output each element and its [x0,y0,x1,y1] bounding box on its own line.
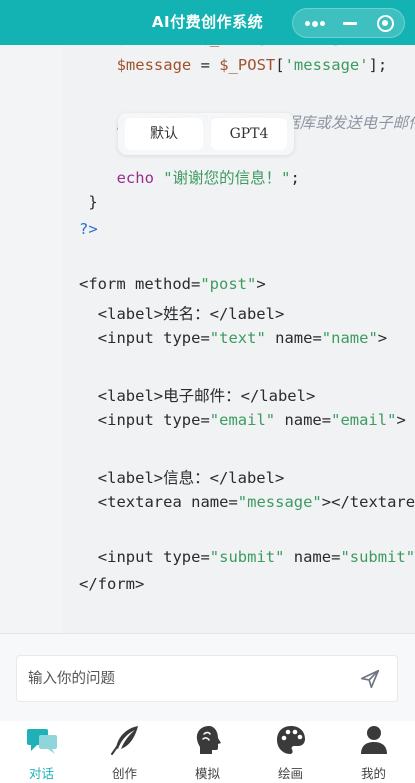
minus-icon [343,22,357,25]
tab-create-label: 创作 [111,766,137,781]
code-line: $message = $_POST['message']; [116,56,388,75]
tab-draw-label: 绘画 [277,766,303,781]
code-line: $email = $_POST['email']; [117,45,350,47]
mini-program-capsule [292,8,405,38]
tab-simulate[interactable]: 模拟 [166,721,249,783]
more-dots-icon-center [312,20,318,27]
tab-create[interactable]: 创作 [83,721,166,783]
code-line: } [88,192,98,211]
code-line: echo "谢谢您的信息！"; [116,168,300,187]
tab-chat[interactable]: 对话 [0,721,83,783]
question-input-box [16,655,398,702]
input-bar [0,633,415,721]
more-dots-icon [305,21,310,26]
code-line: </form> [79,575,145,593]
model-option-gpt4[interactable]: GPT4 [211,118,287,150]
more-options-button[interactable] [295,9,332,37]
title-bar: AI付费创作系统 [0,0,415,45]
code-line: <input type="text" name="name"> [97,329,388,348]
tab-mine[interactable]: 我的 [332,721,415,783]
code-line: ?> [79,220,98,239]
tab-draw[interactable]: 绘画 [249,721,332,783]
chat-bubble-icon [27,729,57,754]
close-miniprogram-button[interactable] [367,9,404,37]
palette-icon [277,726,305,754]
tab-chat-label: 对话 [28,766,54,781]
model-switcher: 默认 GPT4 [118,113,294,155]
question-input[interactable] [28,656,348,701]
code-line: <input type="submit" name="submit"> [97,547,415,566]
chat-content-area[interactable]: $email = $_POST['email']; $message = $_PO… [0,45,415,633]
bottom-tab-bar: 对话 创作 模拟 绘画 我的 [0,721,415,783]
code-line: <input type="email" name="email"> [97,411,406,430]
more-dots-icon-right [320,21,325,26]
head-profile-icon [196,726,221,754]
code-line: <label>信息：</label> [97,468,285,487]
tab-mine-label: 我的 [360,766,386,781]
code-line: <form method="post"> [79,274,266,293]
model-option-default[interactable]: 默认 [125,118,203,150]
target-circle-icon [377,15,394,32]
code-line: <label>姓名：</label> [97,305,285,323]
app-window: AI付费创作系统 $email = $_POST['email']; $messa… [0,0,415,783]
user-icon [361,726,387,754]
code-line: <textarea name="message"></textarea> [97,493,415,512]
code-line: <label>电子邮件：</label> [97,386,316,405]
tab-simulate-label: 模拟 [194,766,220,781]
send-icon[interactable] [359,668,381,690]
minimize-button[interactable] [331,9,368,37]
feather-quill-icon [111,726,138,755]
